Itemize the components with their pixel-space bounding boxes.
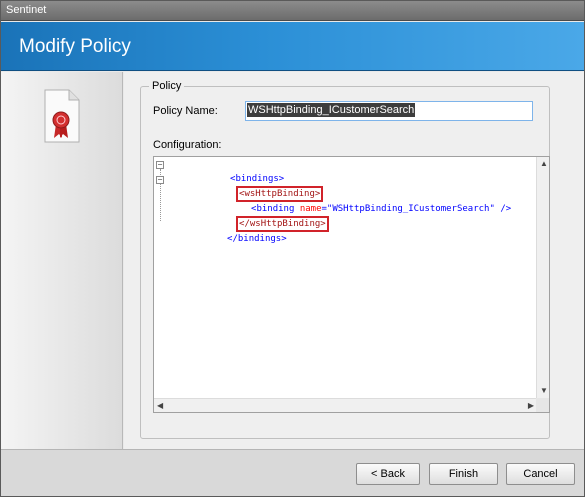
- scroll-down-icon[interactable]: ▼: [540, 387, 548, 395]
- finish-button[interactable]: Finish: [429, 463, 498, 485]
- code-line-3: <binding name="WSHttpBinding_ICustomerSe…: [251, 204, 512, 214]
- scroll-right-icon[interactable]: ▶: [528, 402, 534, 410]
- footer-bar: < Back Finish Cancel: [1, 449, 584, 496]
- scroll-left-icon[interactable]: ◀: [157, 402, 163, 410]
- vertical-scrollbar[interactable]: ▲ ▼: [536, 157, 549, 398]
- code-line-4: </wsHttpBinding>: [174, 202, 329, 232]
- code-area[interactable]: − <bindings> − <wsHttpBinding> <binding …: [154, 157, 537, 398]
- policy-group-legend: Policy: [149, 80, 185, 92]
- policy-group: Policy Policy Name: WSHttpBinding_ICusto…: [140, 80, 550, 439]
- sidebar: [1, 72, 123, 449]
- title-bar[interactable]: Sentinet: [1, 1, 584, 21]
- configuration-label: Configuration:: [153, 139, 222, 151]
- code-line-5: </bindings>: [227, 234, 287, 244]
- horizontal-scrollbar[interactable]: ◀ ▶: [154, 398, 537, 412]
- modify-policy-window: Sentinet Modify Policy Policy Policy Nam…: [0, 0, 585, 497]
- configuration-editor[interactable]: − <bindings> − <wsHttpBinding> <binding …: [153, 156, 550, 413]
- collapse-bindings-icon[interactable]: −: [156, 161, 164, 169]
- scrollbar-corner: [536, 398, 549, 412]
- collapse-wshttpbinding-icon[interactable]: −: [156, 176, 164, 184]
- policy-name-label: Policy Name:: [153, 105, 218, 117]
- content-area: Policy Policy Name: WSHttpBinding_ICusto…: [124, 72, 584, 449]
- policy-name-value: WSHttpBinding_ICustomerSearch: [247, 103, 416, 117]
- code-line-2: <wsHttpBinding>: [174, 172, 324, 202]
- page-title: Modify Policy: [19, 36, 131, 57]
- policy-document-icon: [44, 89, 80, 143]
- policy-name-input[interactable]: WSHttpBinding_ICustomerSearch: [245, 101, 533, 121]
- back-button[interactable]: < Back: [356, 463, 420, 485]
- cancel-button[interactable]: Cancel: [506, 463, 575, 485]
- header-banner: Modify Policy: [1, 22, 584, 71]
- code-line-1: <bindings>: [230, 174, 285, 184]
- window-title: Sentinet: [6, 4, 47, 16]
- scroll-up-icon[interactable]: ▲: [540, 160, 548, 168]
